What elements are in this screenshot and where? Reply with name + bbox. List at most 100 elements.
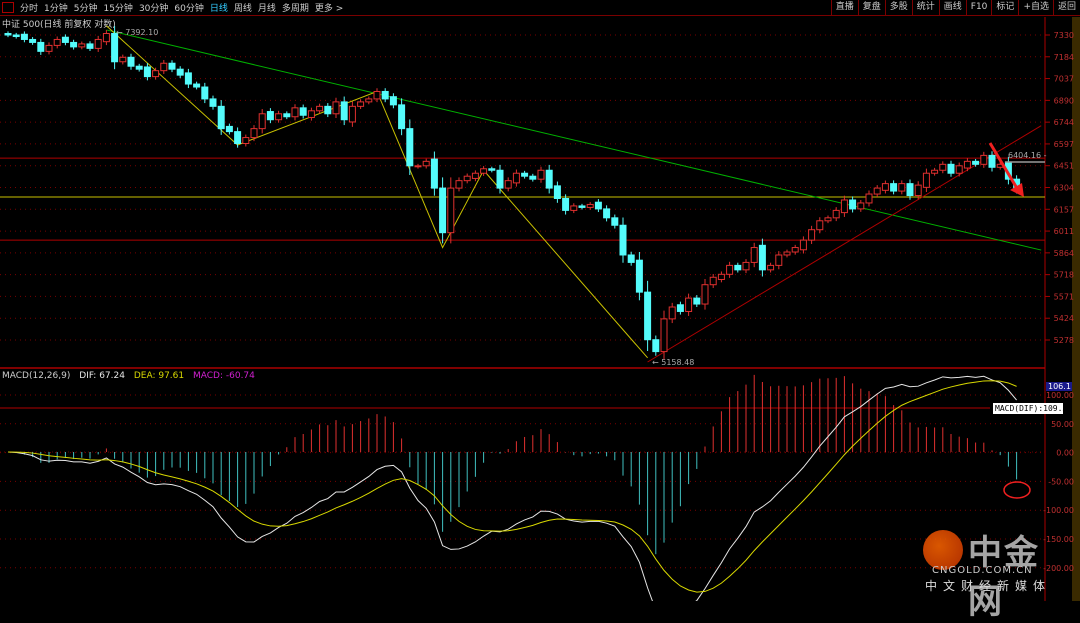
candle-body <box>939 163 947 171</box>
macd-axis-label: -50.00 <box>1048 477 1074 486</box>
candle-body <box>627 254 635 263</box>
candle-body <box>742 261 750 271</box>
price-axis-label: 5424 <box>1054 314 1074 323</box>
candle-body <box>496 169 504 189</box>
candle-body <box>480 168 488 174</box>
watermark-sub: 中文财经新媒体 <box>925 579 1052 593</box>
candle-body <box>365 98 373 103</box>
candle-body <box>332 101 340 115</box>
candle-body <box>135 65 143 70</box>
candle-body <box>857 202 865 210</box>
price-axis-label: 6304 <box>1054 184 1074 193</box>
candle-body <box>439 187 447 234</box>
candle-body <box>816 220 824 231</box>
candle-body <box>750 247 758 263</box>
candle-body <box>652 339 660 353</box>
candle-body <box>545 169 553 189</box>
candle-body <box>586 203 594 208</box>
candle-body <box>660 318 668 353</box>
candle-body <box>340 101 348 121</box>
macd-axis-label: -100.00 <box>1043 506 1074 515</box>
candle-body <box>668 306 676 320</box>
candle-body <box>406 128 414 167</box>
candle-body <box>635 259 643 293</box>
macd-tooltip: MACD(DIF):109.32 <box>993 403 1073 414</box>
candle-body <box>808 229 816 241</box>
candle-body <box>914 184 922 197</box>
candle-body <box>430 158 438 189</box>
candle-body <box>291 107 299 118</box>
price-axis-label: 7037 <box>1054 75 1074 84</box>
high-price-label: ← 7392.10 <box>116 28 158 37</box>
candle-body <box>37 41 45 52</box>
candle-body <box>783 251 791 256</box>
macd-legend: MACD(12,26,9) DIF: 67.24 DEA: 97.61 MACD… <box>2 371 261 381</box>
candle-body <box>29 38 37 43</box>
candle-body <box>357 101 365 107</box>
candle-body <box>455 180 463 189</box>
candle-body <box>193 83 201 88</box>
macd-axis-label: 50.00 <box>1051 420 1074 429</box>
candle-body <box>619 224 627 256</box>
macd-dif: DIF: 67.24 <box>79 371 125 381</box>
candle-body <box>471 172 479 179</box>
highlight-circle <box>1003 481 1031 499</box>
candle-body <box>512 172 520 184</box>
dea-line <box>7 380 1017 593</box>
candle-body <box>184 72 192 85</box>
candle-body <box>94 38 102 49</box>
candle-body <box>143 66 151 78</box>
candle-body <box>906 183 914 197</box>
candle-body <box>307 110 315 118</box>
candle-body <box>865 193 873 204</box>
candle-body <box>603 208 611 219</box>
candle-body <box>873 187 881 195</box>
candle-body <box>562 197 570 211</box>
price-axis-label: 5718 <box>1054 271 1074 280</box>
dif-line <box>7 375 1017 601</box>
candle-body <box>644 291 652 341</box>
candle-body <box>799 239 807 251</box>
macd-axis-label: 100.00 <box>1046 391 1074 400</box>
macd-axis-label: 0.00 <box>1056 449 1074 458</box>
candle-body <box>389 96 397 106</box>
candle-body <box>701 284 709 305</box>
candle-body <box>767 264 775 271</box>
candle-body <box>127 56 135 67</box>
candle-body <box>898 183 906 192</box>
candle-body <box>201 86 209 100</box>
price-axis-label: 6890 <box>1054 96 1074 105</box>
price-axis-label: 5278 <box>1054 336 1074 345</box>
candle-body <box>578 205 586 208</box>
candle-body <box>86 43 94 49</box>
low-price-label: ← 5158.48 <box>652 358 694 367</box>
candle-body <box>414 165 422 168</box>
price-axis-label: 6744 <box>1054 118 1074 127</box>
candle-body <box>988 154 996 168</box>
candle-body <box>45 44 53 52</box>
candle-body <box>832 209 840 219</box>
price-axis-label: 6597 <box>1054 140 1074 149</box>
candle-body <box>381 90 389 100</box>
candle-body <box>963 160 971 169</box>
candle-body <box>849 199 857 210</box>
candle-body <box>529 175 537 180</box>
candle-body <box>119 56 127 63</box>
candle-body <box>324 105 332 115</box>
candle-body <box>570 205 578 211</box>
cngold-logo-icon <box>923 530 963 570</box>
candle-body <box>348 105 356 123</box>
candle-body <box>242 137 250 145</box>
price-axis-label: 5864 <box>1054 249 1074 258</box>
price-axis-label: 5571 <box>1054 292 1074 301</box>
candle-body <box>594 201 602 210</box>
candle-body <box>111 33 119 63</box>
candle-body <box>160 62 168 72</box>
candle-body <box>225 125 233 133</box>
candle-body <box>250 128 258 139</box>
kline-chart[interactable]: 7330 7184 7037 6890 6744 6597 6451 6304 6157 6011… <box>0 0 1080 601</box>
candle-body <box>824 217 832 222</box>
candle-body <box>840 199 848 214</box>
candle-body <box>972 160 980 165</box>
candle-body <box>316 105 324 112</box>
